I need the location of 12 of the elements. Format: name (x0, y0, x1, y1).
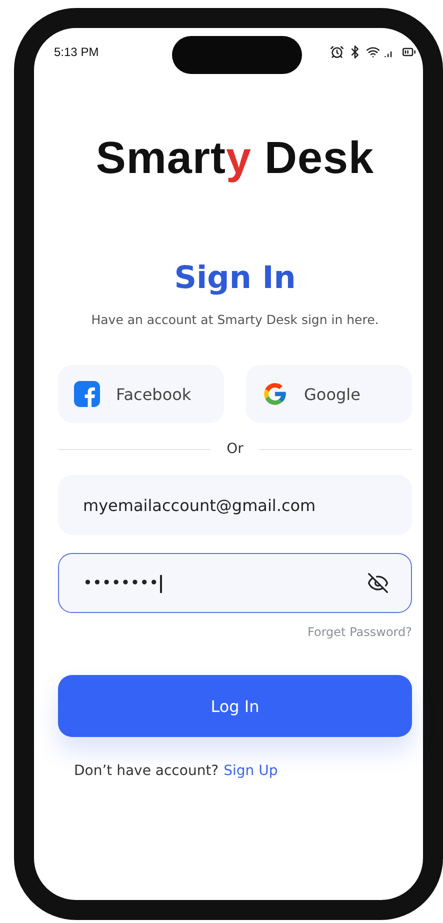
status-time: 5:13 PM (54, 45, 99, 59)
app-logo: Smarty Desk (94, 132, 376, 184)
subtitle: Have an account at Smarty Desk sign in here. (90, 312, 380, 327)
login-button[interactable]: Log In (58, 675, 412, 737)
social-login-button[interactable]: Google (246, 365, 412, 423)
social-login-button[interactable]: Facebook (58, 365, 224, 423)
signup-prompt: Don’t have account? (74, 763, 219, 779)
divider-label: Or (226, 441, 244, 457)
password-field[interactable]: •••••••• (58, 553, 412, 613)
email-field[interactable]: myemailaccount@gmail.com (58, 475, 412, 535)
page-title: Sign In (173, 260, 297, 296)
signup-link[interactable]: Sign Up (224, 763, 278, 779)
